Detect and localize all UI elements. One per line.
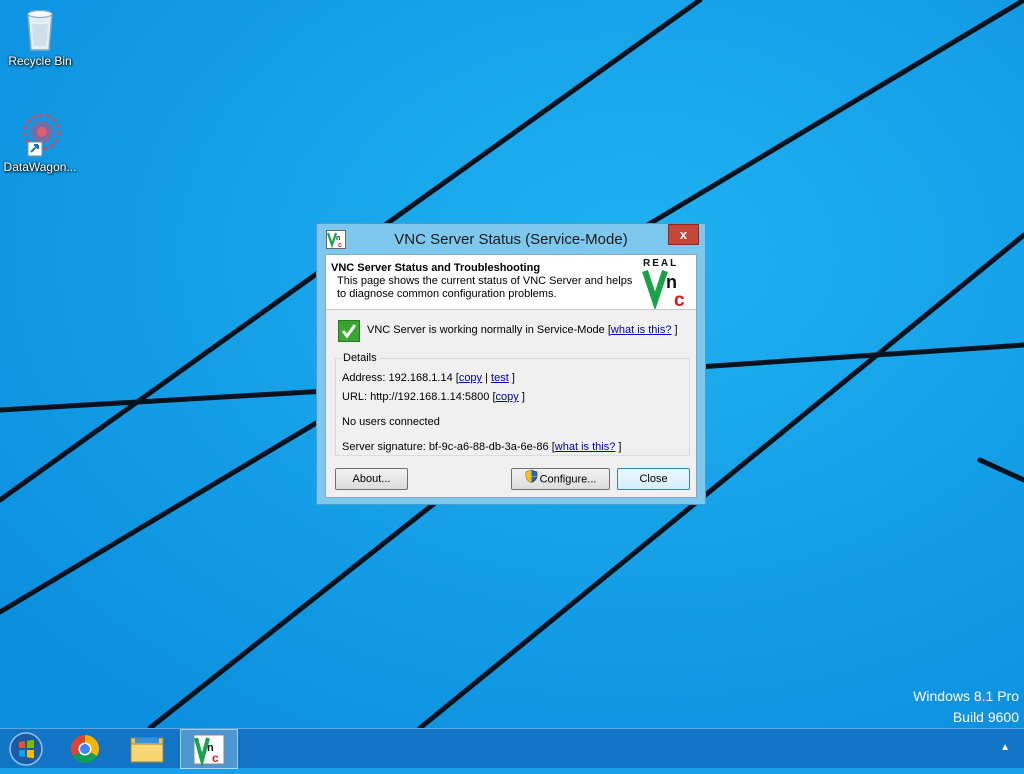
- users-status: No users connected: [342, 416, 440, 428]
- realvnc-logo: REAL n c: [642, 257, 696, 311]
- watermark-edition: Windows 8.1 Pro: [913, 688, 1019, 704]
- desktop-icon-label: Recycle Bin: [8, 54, 72, 68]
- logo-word: REAL: [643, 258, 678, 269]
- window-close-button[interactable]: x: [668, 224, 699, 245]
- signature-bracket: ]: [615, 441, 622, 453]
- signature-text: Server signature: bf-9c-a6-88-db-3a-6e-8…: [342, 441, 555, 453]
- dialog-title: VNC Server Status (Service-Mode): [394, 231, 628, 248]
- details-legend: Details: [341, 352, 379, 364]
- details-group: Details Address: 192.168.1.14 [copy | te…: [335, 352, 690, 456]
- desktop-icon-recycle-bin[interactable]: Recycle Bin: [0, 6, 80, 68]
- url-line: URL: http://192.168.1.14:5800 [copy ]: [342, 391, 525, 403]
- datawagon-icon: [23, 113, 61, 157]
- status-what-is-this-link[interactable]: what is this?: [611, 324, 672, 336]
- uac-shield-icon: [525, 469, 538, 490]
- address-text: Address: 192.168.1.14 [: [342, 372, 459, 384]
- url-bracket: ]: [518, 391, 525, 403]
- address-copy-link[interactable]: copy: [459, 372, 482, 384]
- show-hidden-icons-button[interactable]: ▲: [1000, 742, 1010, 753]
- header-title: VNC Server Status and Troubleshooting: [331, 262, 541, 274]
- status-row: VNC Server is working normally in Servic…: [338, 320, 688, 342]
- address-line: Address: 192.168.1.14 [copy | test ]: [342, 372, 515, 384]
- configure-button[interactable]: Configure...: [511, 468, 610, 490]
- desktop: Recycle Bin DataWagon... Windows 8.1 Pro…: [0, 0, 1024, 728]
- dialog-header: VNC Server Status and Troubleshooting Th…: [326, 255, 696, 311]
- taskbar-file-explorer[interactable]: [118, 729, 176, 769]
- desktop-icon-datawagon[interactable]: DataWagon...: [0, 110, 80, 174]
- status-text: VNC Server is working normally in Servic…: [367, 324, 611, 336]
- address-test-link[interactable]: test: [491, 372, 509, 384]
- close-button[interactable]: Close: [617, 468, 690, 490]
- status-bracket: ]: [671, 324, 678, 336]
- signature-line: Server signature: bf-9c-a6-88-db-3a-6e-8…: [342, 441, 621, 453]
- taskbar-chrome[interactable]: [58, 729, 116, 769]
- address-bracket: ]: [508, 372, 515, 384]
- recycle-bin-icon: [27, 9, 53, 51]
- taskbar: n c ▲: [0, 728, 1024, 769]
- dialog-client-area: VNC Server Status and Troubleshooting Th…: [325, 254, 697, 498]
- svg-text:c: c: [212, 751, 219, 765]
- taskbar-vnc-server[interactable]: n c: [180, 729, 238, 769]
- dialog-titlebar[interactable]: n c VNC Server Status (Service-Mode) x: [317, 224, 705, 254]
- svg-text:c: c: [674, 290, 685, 309]
- status-ok-check-icon: [338, 320, 360, 342]
- status-message: VNC Server is working normally in Servic…: [367, 324, 678, 336]
- url-text: URL: http://192.168.1.14:5800 [: [342, 391, 496, 403]
- windows-start-icon: [9, 732, 43, 766]
- signature-what-is-this-link[interactable]: what is this?: [555, 441, 616, 453]
- watermark-build: Build 9600: [952, 709, 1019, 725]
- windows-watermark: Windows 8.1 Pro Build 9600: [913, 686, 1019, 728]
- vnc-icon: n c: [193, 734, 225, 768]
- vnc-status-dialog: n c VNC Server Status (Service-Mode) x V…: [316, 223, 706, 505]
- address-separator: |: [482, 372, 492, 384]
- desktop-icon-label: DataWagon...: [3, 160, 77, 174]
- start-button[interactable]: [0, 729, 58, 769]
- svg-text:n: n: [666, 272, 677, 292]
- header-description: This page shows the current status of VN…: [337, 275, 633, 300]
- folder-icon: [130, 737, 164, 763]
- about-button[interactable]: About...: [335, 468, 408, 490]
- configure-label: Configure...: [539, 473, 597, 486]
- url-copy-link[interactable]: copy: [496, 391, 519, 403]
- chrome-icon: [71, 735, 99, 763]
